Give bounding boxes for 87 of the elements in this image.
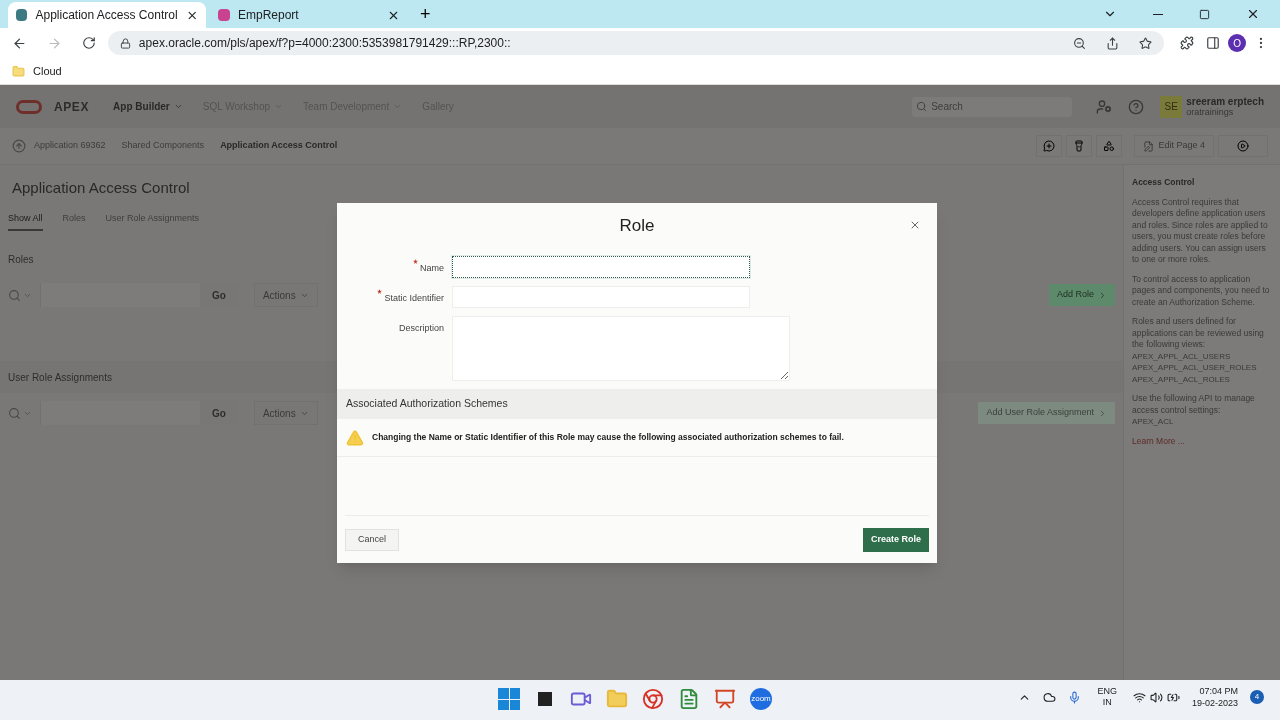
region-title: User Role Assignments: [8, 370, 112, 385]
onedrive-icon[interactable]: [1043, 690, 1057, 704]
edit-page-button[interactable]: Edit Page 4: [1134, 135, 1214, 157]
feedback-button[interactable]: [1036, 135, 1063, 157]
address-bar[interactable]: apex.oracle.com/pls/apex/f?p=4000:2300:5353981791429:::RP,2300::: [107, 31, 1165, 55]
chevron-right-icon: [1098, 290, 1107, 300]
chevron-down-icon: [173, 102, 183, 111]
create-role-button[interactable]: Create Role: [862, 527, 929, 552]
oracle-logo-icon: [16, 99, 42, 114]
minimize-icon[interactable]: [1153, 13, 1163, 15]
edit-page-icon: [1143, 140, 1155, 152]
clock[interactable]: 07:04 PM 19-02-2023: [1191, 685, 1238, 709]
description-field[interactable]: [452, 316, 790, 381]
flashlight-icon: [1073, 140, 1086, 152]
dialog-title: Role: [619, 214, 655, 237]
play-icon: [1237, 140, 1249, 152]
help-title: Access Control: [1132, 177, 1196, 189]
region-title: Roles: [8, 252, 34, 267]
tab-title: Application Access Control: [35, 7, 178, 24]
folder-icon: [12, 64, 25, 78]
zoom-out-icon[interactable]: [1073, 36, 1087, 50]
language-indicator[interactable]: ENG IN: [1097, 686, 1117, 708]
reload-icon[interactable]: [81, 36, 96, 50]
comment-plus-icon: [1043, 140, 1056, 152]
shapes-icon: [1103, 140, 1116, 152]
tab-favicon-icon: [16, 9, 28, 21]
warning-message: Changing the Name or Static Identifier of this Role may cause the following associated authorization schemes to fail.: [372, 431, 844, 444]
notification-badge[interactable]: 4: [1250, 690, 1264, 704]
bookmark-item[interactable]: Cloud: [12, 62, 62, 80]
user-name: sreeram erptech: [1186, 95, 1264, 107]
tab-title: EmpReport: [238, 7, 300, 24]
close-window-icon[interactable]: [1246, 7, 1260, 21]
nav-menu-item[interactable]: App Builder: [113, 99, 183, 114]
shared-components-button[interactable]: [1096, 135, 1123, 157]
text-field[interactable]: [452, 256, 750, 278]
chrome-icon[interactable]: [642, 688, 664, 710]
run-button[interactable]: [1218, 135, 1268, 157]
field-label: Name: [420, 262, 444, 275]
tab-favicon-icon: [218, 9, 230, 21]
profile-avatar[interactable]: O: [1228, 34, 1247, 52]
view-name: APEX_APPL_ACL_USER_ROLES: [1132, 362, 1258, 374]
cancel-button[interactable]: Cancel: [345, 528, 399, 551]
new-tab-button[interactable]: +: [412, 2, 439, 28]
field-label: Description: [398, 322, 444, 335]
browser-tab[interactable]: EmpReport: [210, 2, 408, 28]
view-name: APEX_ACL: [1132, 416, 1175, 428]
url-text: apex.oracle.com/pls/apex/f?p=4000:2300:5353981791429:::RP,2300::: [138, 35, 512, 52]
search-field[interactable]: Search: [912, 96, 1073, 117]
close-icon: [909, 219, 921, 231]
learn-more-link[interactable]: Learn More ...: [1132, 435, 1185, 446]
actions-button[interactable]: Actions: [253, 283, 318, 307]
powerpoint-icon[interactable]: [714, 688, 736, 710]
chevron-down-icon: [274, 102, 283, 111]
notepad-icon[interactable]: [678, 688, 700, 710]
user-settings-icon[interactable]: [1096, 98, 1113, 115]
apex-logo-text[interactable]: APEX: [54, 97, 90, 116]
lock-icon: [119, 37, 131, 49]
view-name: APEX_APPL_ACL_ROLES: [1132, 373, 1231, 385]
warning-icon: [346, 428, 364, 447]
page-tab[interactable]: Show All: [8, 211, 43, 231]
wifi-icon[interactable]: [1132, 690, 1146, 704]
search-icon: [916, 101, 928, 112]
view-name: APEX_APPL_ACL_USERS: [1132, 350, 1232, 362]
restore-icon[interactable]: [1199, 8, 1210, 20]
section-title: Associated Authorization Schemes: [346, 396, 508, 412]
bookmark-star-icon[interactable]: [1139, 36, 1153, 50]
windows-start-icon[interactable]: [498, 688, 520, 710]
help-icon[interactable]: [1128, 98, 1145, 115]
back-icon[interactable]: [12, 35, 27, 51]
chevron-down-icon: [393, 102, 403, 111]
actions-button[interactable]: Actions: [253, 401, 318, 425]
browser-tab[interactable]: Application Access Control: [8, 2, 206, 28]
extensions-icon[interactable]: [1180, 36, 1195, 50]
share-icon[interactable]: [1106, 36, 1120, 50]
volume-icon[interactable]: [1149, 690, 1163, 704]
microphone-icon[interactable]: [1068, 690, 1082, 704]
user-avatar[interactable]: SE: [1160, 95, 1183, 118]
debug-button[interactable]: [1066, 135, 1093, 157]
breadcrumb-item[interactable]: Application 69362: [34, 139, 106, 153]
breadcrumb-item: Application Access Control: [220, 139, 338, 153]
add-button[interactable]: Add Role: [1048, 284, 1115, 306]
chevron-right-icon: [1098, 408, 1107, 418]
side-panel-icon[interactable]: [1206, 36, 1221, 50]
page-title: Application Access Control: [11, 178, 191, 198]
zoom-app-icon[interactable]: zoom: [750, 688, 772, 710]
add-button[interactable]: Add User Role Assignment: [978, 402, 1115, 424]
field-label: Static Identifier: [384, 292, 444, 305]
